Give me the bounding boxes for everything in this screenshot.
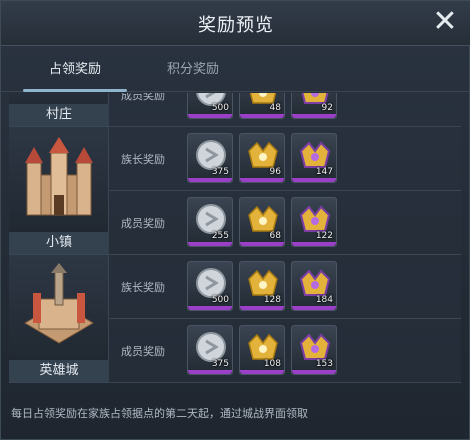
reward-count: 500 [211, 103, 229, 113]
title-bar: 奖励预览 ✕ [1, 1, 470, 46]
reward-count: 96 [269, 167, 281, 177]
tab-bar: 占领奖励 积分奖励 [1, 46, 470, 92]
reward-item[interactable]: 500 [187, 93, 233, 119]
reward-row: 成员奖励 255 68 122 [109, 191, 461, 255]
reward-count: 48 [269, 103, 281, 113]
city-name: 村庄 [9, 104, 109, 126]
reward-row: 族长奖励 375 96 147 [109, 127, 461, 191]
reward-count: 128 [263, 295, 281, 305]
reward-count: 500 [211, 295, 229, 305]
reward-count: 255 [211, 231, 229, 241]
row-label: 族长奖励 [121, 281, 165, 294]
reward-item[interactable]: 500 [187, 261, 233, 311]
close-icon[interactable]: ✕ [431, 5, 459, 39]
reward-item[interactable]: 375 [187, 133, 233, 183]
reward-count: 92 [321, 103, 333, 113]
reward-item[interactable]: 184 [291, 261, 337, 311]
tab-occupation-reward[interactable]: 占领奖励 [15, 58, 135, 92]
reward-list[interactable]: 村庄 成员奖励 500 48 92 小镇 族长奖励 375 96 147 成员奖… [9, 93, 461, 391]
reward-item[interactable]: 255 [187, 197, 233, 247]
reward-preview-panel: 奖励预览 ✕ 占领奖励 积分奖励 村庄 成员奖励 500 48 92 小镇 族长… [0, 0, 470, 440]
city-name: 小镇 [9, 232, 109, 254]
reward-item[interactable]: 375 [187, 325, 233, 375]
reward-item[interactable]: 92 [291, 93, 337, 119]
footer-note: 每日占领奖励在家族占领据点的第二天起，通过城战界面领取 [11, 407, 308, 420]
reward-item[interactable]: 122 [291, 197, 337, 247]
reward-count: 108 [263, 359, 281, 369]
reward-row: 族长奖励 500 128 184 [109, 255, 461, 319]
window-title: 奖励预览 [198, 15, 274, 36]
row-label: 成员奖励 [121, 93, 165, 102]
row-label: 成员奖励 [121, 345, 165, 358]
reward-row: 成员奖励 375 108 153 [109, 319, 461, 383]
fortress-icon [24, 263, 94, 344]
reward-count: 68 [269, 231, 281, 241]
reward-item[interactable]: 96 [239, 133, 285, 183]
reward-count: 122 [315, 231, 333, 241]
reward-count: 153 [315, 359, 333, 369]
reward-count: 147 [315, 167, 333, 177]
city-hero-city: 英雄城 [9, 255, 109, 383]
reward-item[interactable]: 147 [291, 133, 337, 183]
reward-count: 375 [211, 167, 229, 177]
reward-row: 成员奖励 500 48 92 [109, 93, 461, 127]
reward-item[interactable]: 128 [239, 261, 285, 311]
castle-icon [25, 137, 93, 216]
city-village: 村庄 [9, 93, 109, 127]
reward-item[interactable]: 108 [239, 325, 285, 375]
row-label: 成员奖励 [121, 217, 165, 230]
row-label: 族长奖励 [121, 153, 165, 166]
reward-item[interactable]: 48 [239, 93, 285, 119]
reward-count: 184 [315, 295, 333, 305]
reward-item[interactable]: 153 [291, 325, 337, 375]
city-town: 小镇 [9, 127, 109, 255]
tab-points-reward[interactable]: 积分奖励 [133, 58, 253, 86]
reward-item[interactable]: 68 [239, 197, 285, 247]
reward-count: 375 [211, 359, 229, 369]
city-name: 英雄城 [9, 360, 109, 382]
